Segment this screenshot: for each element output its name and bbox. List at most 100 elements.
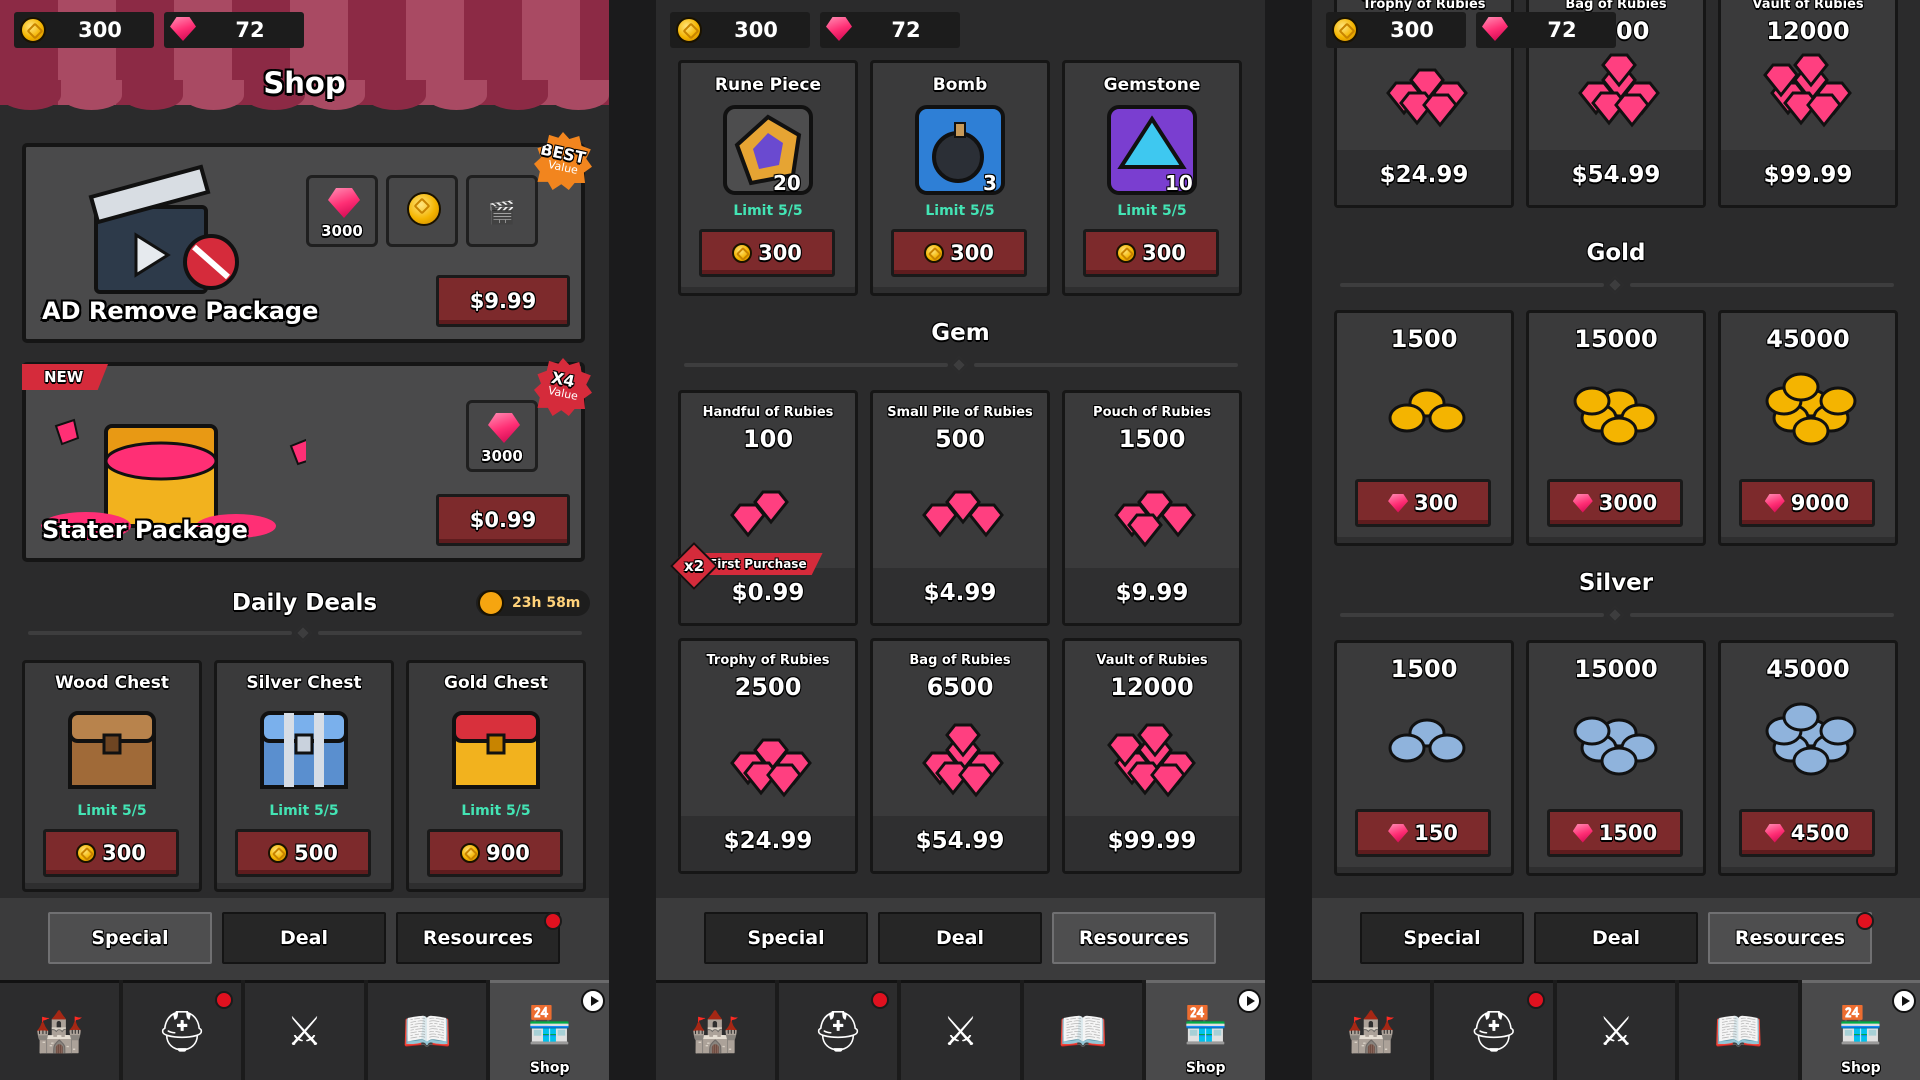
divider-ornament [294,624,312,642]
item-name: Trophy of Rubies [706,653,830,668]
tab-deal[interactable]: Deal [878,912,1042,964]
gem-amount: 1500 [1118,425,1186,453]
gem-pack-card[interactable]: Pouch of Rubies 1500 $9.99 [1062,390,1242,626]
gold-pack-card[interactable]: 1500 300 [1334,310,1514,546]
shop-icon: 🏪 [1183,1004,1229,1046]
ruby-pile-icon [730,738,812,798]
wood-chest-card[interactable]: Wood Chest Limit 5/5 300 [22,660,202,892]
cost-label: 900 [486,841,530,865]
nav-heroes[interactable]: ⛑ [1434,980,1553,1080]
gold-amount: 300 [734,18,778,42]
tab-special[interactable]: Special [48,912,212,964]
silver-pack-card[interactable]: 45000 4500 [1718,640,1898,876]
nav-battle[interactable]: ⚔ [1556,980,1676,1080]
ruby-icon [170,17,196,41]
limit-label: Limit 5/5 [1117,203,1187,219]
buy-wood-chest-button[interactable]: 300 [43,829,179,877]
gold-pack-card[interactable]: 45000 9000 [1718,310,1898,546]
ruby-icon [1388,823,1409,843]
starter-buy-button[interactable]: $0.99 [436,494,570,546]
tab-resources[interactable]: Resources [1708,912,1872,964]
gold-amount: 45000 [1766,325,1850,353]
tab-special[interactable]: Special [704,912,868,964]
cost-label: 3000 [1598,491,1658,515]
silver-chest-icon [260,711,348,789]
rune-piece-card[interactable]: Rune Piece 20 Limit 5/5 300 [678,60,858,296]
play-icon[interactable] [580,989,605,1013]
nav-heroes[interactable]: ⛑ [778,980,898,1080]
play-icon[interactable] [1236,989,1261,1013]
ad-remove-buy-button[interactable]: $9.99 [436,275,570,327]
package-title: Stater Package [42,516,248,544]
gem-pack-card[interactable]: Handful of Rubies 100 $0.99 First Purchase x… [669,390,858,626]
buy-silver-button[interactable]: 150 [1355,809,1491,857]
nav-shop[interactable]: 🏪 Shop [1801,980,1920,1080]
gold-chest-card[interactable]: Gold Chest Limit 5/5 900 [406,660,586,892]
nav-castle[interactable]: 🏰 [1312,980,1431,1080]
buy-gemstone-button[interactable]: 300 [1083,229,1219,277]
tab-deal[interactable]: Deal [1534,912,1698,964]
silver-chest-card[interactable]: Silver Chest Limit 5/5 500 [214,660,394,892]
buy-gold-button[interactable]: 9000 [1739,479,1875,527]
silver-amount: 45000 [1766,655,1850,683]
gold-counter: 300 [14,12,154,48]
nav-heroes[interactable]: ⛑ [122,980,242,1080]
buy-silver-button[interactable]: 1500 [1547,809,1683,857]
nav-castle[interactable]: 🏰 [0,980,119,1080]
nav-shop[interactable]: 🏪 Shop [1146,980,1265,1080]
price-label: $4.99 [923,580,997,606]
item-name: Vault of Rubies [1096,653,1208,668]
item-name: Wood Chest [55,673,169,693]
price-label: $9.99 [469,289,537,313]
tab-special[interactable]: Special [1360,912,1524,964]
book-icon: 📖 [402,1009,452,1055]
clapper-infinity-icon: 🎬 [488,201,516,226]
tab-resources[interactable]: Resources [1052,912,1216,964]
buy-gold-chest-button[interactable]: 900 [427,829,563,877]
buy-gold-button[interactable]: 300 [1355,479,1491,527]
gemstone-card[interactable]: Gemstone 10 Limit 5/5 300 [1062,60,1242,296]
silver-pack-card[interactable]: 1500 150 [1334,640,1514,876]
nav-battle[interactable]: ⚔ [901,980,1020,1080]
gem-pack-card[interactable]: Small Pile of Rubies 500 $4.99 [870,390,1050,626]
notification-dot [215,991,234,1009]
silver-pack-card[interactable]: 15000 1500 [1526,640,1706,876]
buy-bomb-button[interactable]: 300 [891,229,1027,277]
gold-coin-icon [1332,17,1358,43]
ad-remove-package-card[interactable]: 3000 🎬 AD Remove Package $9.99 [22,143,585,343]
limit-label: Limit 5/5 [77,803,147,819]
buy-silver-chest-button[interactable]: 500 [235,829,371,877]
gem-pack-card[interactable]: Vault of Rubies 12000 $99.99 [1062,638,1242,874]
buy-rune-piece-button[interactable]: 300 [699,229,835,277]
speed-up-icon [407,192,441,226]
tab-resources[interactable]: Resources [396,912,560,964]
gem-pack-card[interactable]: Bag of Rubies 6500 $54.99 [870,638,1050,874]
bomb-card[interactable]: Bomb 3 Limit 5/5 300 [870,60,1050,296]
limit-label: Limit 5/5 [925,203,995,219]
book-icon: 📖 [1058,1009,1108,1055]
silver-coin-pile-icon [1573,716,1658,776]
nav-book[interactable]: 📖 [1679,980,1798,1080]
nav-book[interactable]: 📖 [1023,980,1143,1080]
play-icon[interactable] [1892,989,1917,1013]
buy-gold-button[interactable]: 3000 [1547,479,1683,527]
gold-coin-icon [268,843,289,863]
ruby-pile-icon [1386,68,1468,128]
gem-pack-card[interactable]: Trophy of Rubies 2500 $24.99 [678,638,858,874]
item-qty: 20 [773,171,801,195]
infinite-ad-slot: 🎬 [466,175,538,247]
gold-chest-icon [452,711,540,789]
nav-castle[interactable]: 🏰 [656,980,775,1080]
price-label: $54.99 [915,828,1005,854]
price-label: $99.99 [1107,828,1197,854]
gold-coin-icon [1116,243,1137,263]
gold-pack-card[interactable]: 15000 3000 [1526,310,1706,546]
shop-deal-panel: 300 72 Rune Piece 20 Limit 5/5 300 Bomb … [656,0,1265,1080]
nav-battle[interactable]: ⚔ [245,980,364,1080]
nav-book[interactable]: 📖 [367,980,487,1080]
gem-pack-card[interactable]: Vault of Rubies 12000 $99.99 [1718,0,1898,208]
nav-shop[interactable]: 🏪 Shop [490,980,609,1080]
tab-deal[interactable]: Deal [222,912,386,964]
starter-package-card[interactable]: 3000 Stater Package $0.99 [22,362,585,562]
buy-silver-button[interactable]: 4500 [1739,809,1875,857]
